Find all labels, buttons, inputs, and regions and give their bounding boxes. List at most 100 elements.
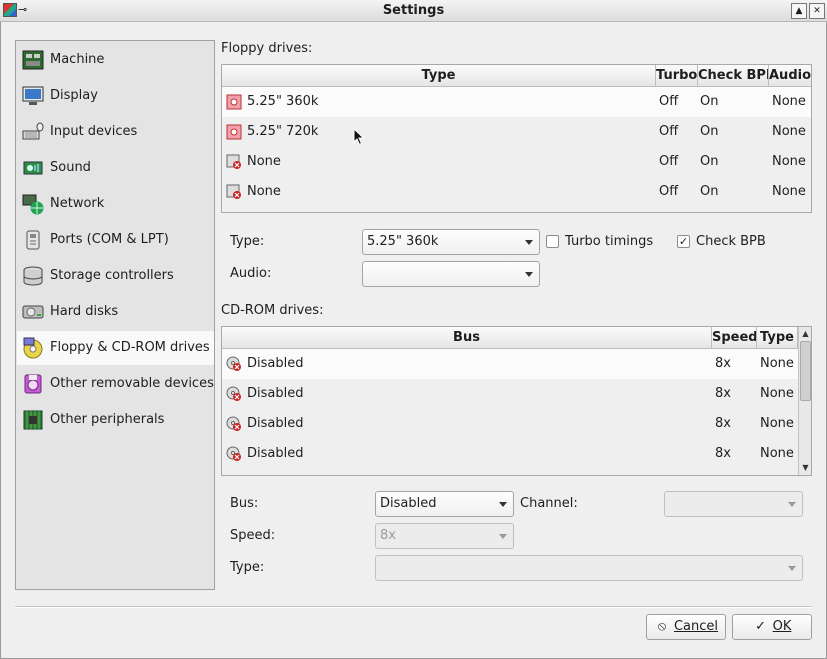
- cdrom-disabled-icon: [226, 386, 241, 401]
- floppy-type-select[interactable]: 5.25" 360k: [362, 229, 540, 255]
- cancel-icon: ⦸: [657, 619, 667, 634]
- column-header-audio[interactable]: Audio: [769, 65, 811, 87]
- maximize-button[interactable]: ▲: [791, 3, 807, 19]
- floppy-audio-cell: None: [772, 184, 806, 199]
- check-bpb-checkbox[interactable]: ✓: [677, 235, 690, 248]
- sidebar-item-label: Network: [50, 196, 105, 211]
- floppy-disabled-icon: [226, 154, 241, 169]
- table-row[interactable]: None Off On None: [222, 147, 811, 177]
- cdrom-type-cell: None: [760, 356, 794, 371]
- ok-button-label: OK: [772, 619, 792, 634]
- sidebar-item-sound[interactable]: Sound: [17, 151, 214, 185]
- cdrom-bus-cell: Disabled: [247, 446, 304, 461]
- cdrom-scrollbar[interactable]: ▲ ▼: [798, 327, 811, 475]
- ok-button[interactable]: ✓ OK: [732, 614, 812, 640]
- checkmark-icon: ✓: [678, 235, 689, 248]
- floppy-type-cell: 5.25" 720k: [247, 124, 319, 139]
- cdrom-type-select[interactable]: [375, 555, 803, 581]
- scroll-down-icon[interactable]: ▼: [799, 461, 812, 474]
- cdrom-speed-value: 8x: [380, 528, 396, 543]
- cancel-button[interactable]: ⦸ Cancel: [646, 614, 726, 640]
- sidebar-item-display[interactable]: Display: [17, 79, 214, 113]
- scrollbar-thumb[interactable]: [800, 341, 811, 401]
- close-button[interactable]: ✕: [809, 3, 825, 19]
- sidebar-item-other-removable[interactable]: Other removable devices: [17, 367, 214, 401]
- check-bpb-label: Check BPB: [696, 234, 766, 249]
- sidebar-item-hard-disks[interactable]: Hard disks: [17, 295, 214, 329]
- cdrom-table[interactable]: Bus Speed Type Disabled 8x None Disabled…: [221, 326, 812, 476]
- floppy-audio-cell: None: [772, 94, 806, 109]
- cdrom-bus-value: Disabled: [380, 496, 437, 511]
- chevron-down-icon: [525, 272, 533, 277]
- floppy-turbo-cell: Off: [659, 124, 679, 139]
- chevron-down-icon: [525, 240, 533, 245]
- window-title: Settings: [382, 3, 445, 18]
- column-header-turbo[interactable]: Turbo: [656, 65, 698, 87]
- sidebar-item-label: Sound: [50, 160, 91, 175]
- display-icon: [22, 86, 44, 105]
- floppy-type-cell: None: [247, 184, 281, 199]
- cdrom-speed-select[interactable]: 8x: [375, 523, 514, 549]
- table-row[interactable]: Disabled 8x None: [222, 379, 798, 409]
- checkmark-icon: ✓: [755, 619, 767, 634]
- cdrom-speed-label: Speed:: [230, 528, 276, 543]
- floppy-checkbpb-cell: On: [700, 184, 719, 199]
- turbo-timings-label: Turbo timings: [565, 234, 654, 249]
- floppy-checkbpb-cell: On: [700, 154, 719, 169]
- floppy-audio-select[interactable]: [362, 261, 540, 287]
- cdrom-disabled-icon: [226, 356, 241, 371]
- floppy-turbo-cell: Off: [659, 184, 679, 199]
- peripherals-icon: [23, 410, 43, 430]
- cdrom-channel-select[interactable]: [664, 491, 803, 517]
- chevron-down-icon: [499, 534, 507, 539]
- column-header-check-bpb[interactable]: Check BPB: [698, 65, 769, 87]
- ports-icon: [26, 230, 40, 250]
- cdrom-bus-label: Bus:: [230, 496, 259, 511]
- sidebar-item-storage-controllers[interactable]: Storage controllers: [17, 259, 214, 293]
- sidebar-item-label: Machine: [50, 52, 105, 67]
- table-row[interactable]: 5.25" 360k Off On None: [222, 87, 811, 117]
- sidebar-item-label: Ports (COM & LPT): [50, 232, 169, 247]
- scroll-up-icon[interactable]: ▲: [799, 327, 812, 340]
- table-row[interactable]: 5.25" 720k Off On None: [222, 117, 811, 147]
- cdrom-bus-cell: Disabled: [247, 356, 304, 371]
- floppy-section-label: Floppy drives:: [221, 41, 313, 56]
- table-row[interactable]: Disabled 8x None: [222, 349, 798, 379]
- column-header-type[interactable]: Type: [757, 327, 798, 349]
- turbo-timings-checkbox[interactable]: [546, 235, 559, 248]
- sidebar-item-label: Hard disks: [50, 304, 119, 319]
- table-row[interactable]: Disabled 8x None: [222, 439, 798, 469]
- cdrom-bus-select[interactable]: Disabled: [375, 491, 514, 517]
- sidebar-item-label: Floppy & CD-ROM drives: [50, 340, 210, 355]
- machine-icon: [22, 50, 44, 70]
- chevron-down-icon: [788, 566, 796, 571]
- sidebar-item-other-peripherals[interactable]: Other peripherals: [17, 403, 214, 437]
- sidebar-item-input-devices[interactable]: Input devices: [17, 115, 214, 149]
- cdrom-speed-cell: 8x: [715, 356, 731, 371]
- floppy-audio-cell: None: [772, 124, 806, 139]
- table-row[interactable]: None Off On None: [222, 177, 811, 207]
- column-header-speed[interactable]: Speed: [712, 327, 757, 349]
- floppy-audio-label: Audio:: [230, 266, 272, 281]
- sidebar-item-ports[interactable]: Ports (COM & LPT): [17, 223, 214, 257]
- sidebar-item-network[interactable]: Network: [17, 187, 214, 221]
- mouse-pointer-icon: [353, 128, 365, 146]
- title-bar[interactable]: ⊸ Settings ▲ ✕: [0, 0, 827, 22]
- table-row[interactable]: Disabled 8x None: [222, 409, 798, 439]
- sidebar-item-label: Other removable devices: [50, 376, 214, 391]
- cdrom-type-cell: None: [760, 416, 794, 431]
- removable-devices-icon: [24, 374, 42, 394]
- cdrom-type-cell: None: [760, 386, 794, 401]
- floppy-disk-icon: [226, 94, 242, 110]
- column-header-type[interactable]: Type: [222, 65, 656, 87]
- floppy-type-label: Type:: [230, 234, 265, 249]
- floppy-table[interactable]: Type Turbo Check BPB Audio 5.25" 360k Of…: [221, 64, 812, 213]
- floppy-type-value: 5.25" 360k: [367, 234, 439, 249]
- sidebar-item-label: Other peripherals: [50, 412, 165, 427]
- cdrom-bus-cell: Disabled: [247, 386, 304, 401]
- sidebar-item-floppy-cdrom[interactable]: Floppy & CD-ROM drives: [17, 331, 214, 365]
- floppy-checkbpb-cell: On: [700, 94, 719, 109]
- sidebar-item-machine[interactable]: Machine: [17, 43, 214, 77]
- floppy-disk-icon: [226, 124, 242, 140]
- column-header-bus[interactable]: Bus: [222, 327, 712, 349]
